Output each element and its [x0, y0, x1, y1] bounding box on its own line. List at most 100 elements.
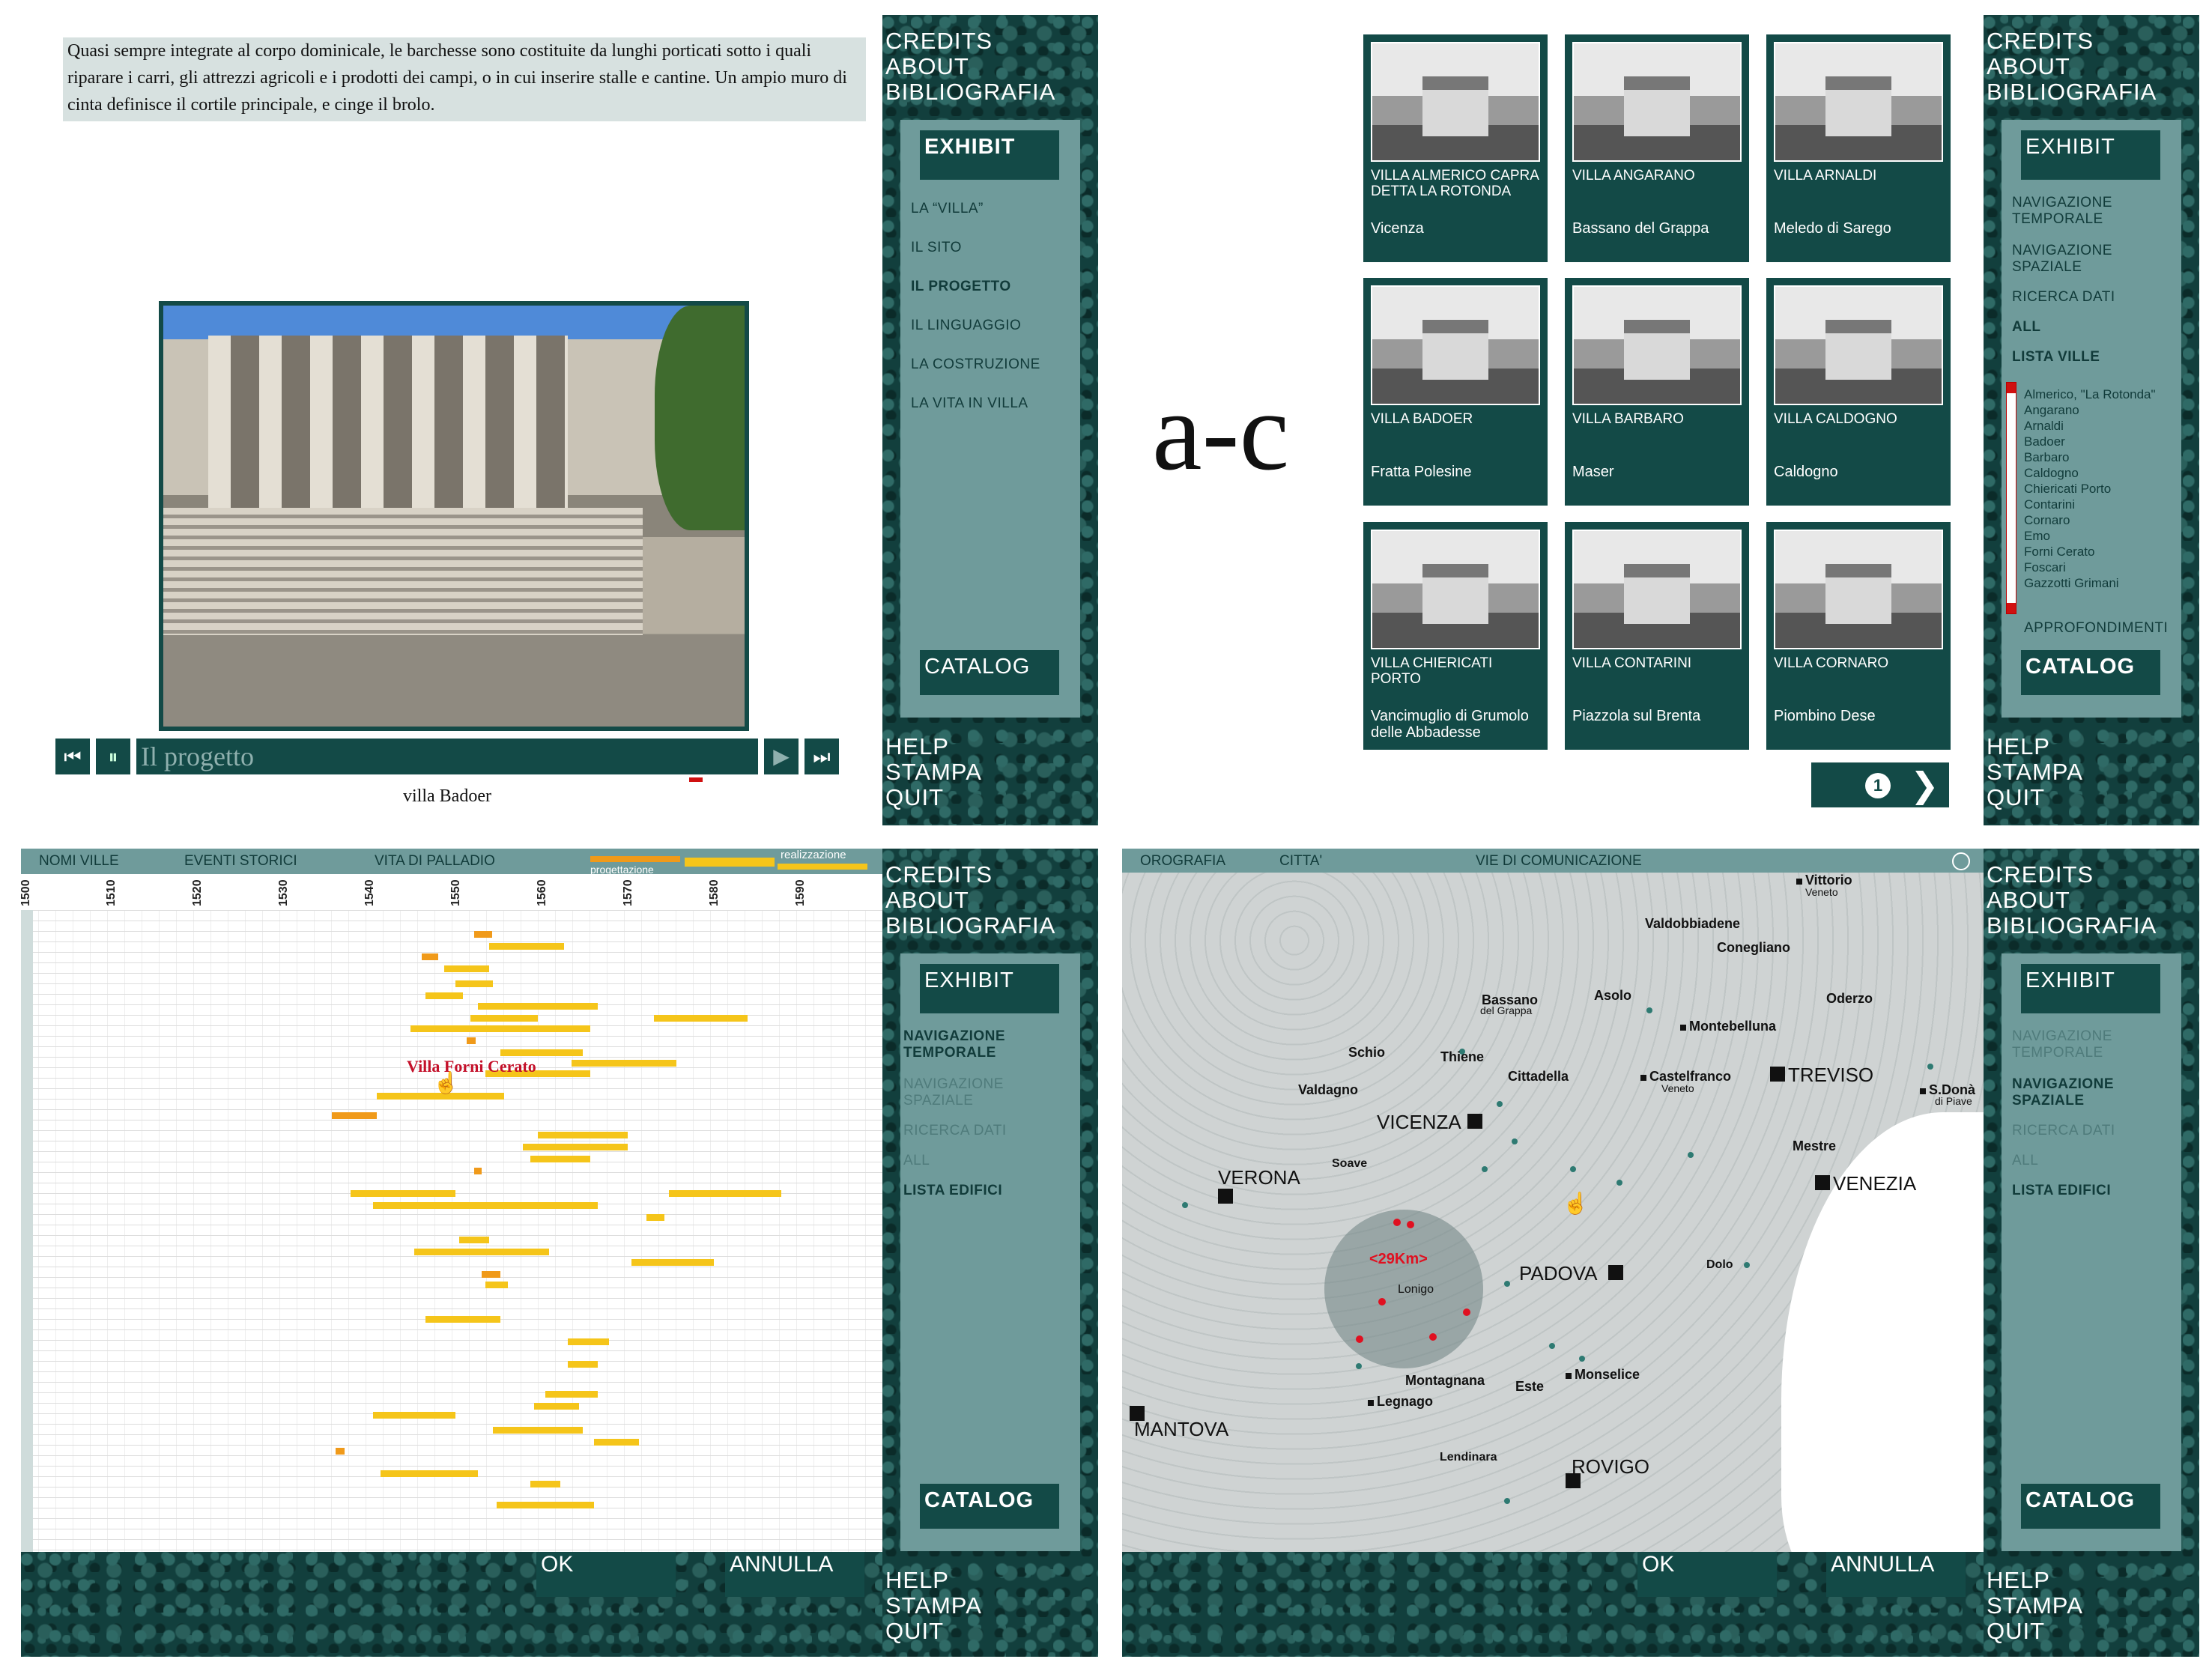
about-link[interactable]: ABOUT: [1987, 54, 2157, 79]
credits-link[interactable]: CREDITS: [885, 862, 1055, 888]
tab-eventi-storici[interactable]: EVENTI STORICI: [184, 853, 297, 870]
city-valdobbiadene[interactable]: Valdobbiadene: [1645, 916, 1740, 932]
city-thiene[interactable]: Thiene: [1440, 1049, 1484, 1065]
nav-ricerca[interactable]: RICERCA DATI: [903, 1123, 1007, 1139]
bibliografia-link[interactable]: BIBLIOGRAFIA: [885, 913, 1055, 938]
nav-all[interactable]: ALL: [2012, 1153, 2038, 1169]
villa-label[interactable]: Villa Forni Cerato: [407, 1057, 536, 1076]
help-link[interactable]: HELP: [1987, 734, 2083, 759]
nav-vita[interactable]: LA VITA IN VILLA: [911, 395, 1028, 412]
nav-spaziale[interactable]: NAVIGAZIONE SPAZIALE: [903, 1076, 1031, 1109]
villa-card[interactable]: VILLA BADOER Fratta Polesine: [1363, 278, 1548, 506]
nav-lista-edifici[interactable]: LISTA EDIFICI: [2012, 1183, 2111, 1199]
nav-spaziale[interactable]: NAVIGAZIONE SPAZIALE: [2012, 243, 2139, 276]
city-cittadella[interactable]: Cittadella: [1508, 1069, 1569, 1085]
list-item[interactable]: Caldogno: [2024, 465, 2156, 481]
city-dolo[interactable]: Dolo: [1706, 1258, 1733, 1272]
quit-link[interactable]: QUIT: [885, 785, 982, 810]
city-schio[interactable]: Schio: [1348, 1045, 1385, 1061]
ok-button[interactable]: OK: [536, 1552, 676, 1597]
credits-link[interactable]: CREDITS: [1987, 862, 2157, 888]
bibliografia-link[interactable]: BIBLIOGRAFIA: [885, 79, 1055, 105]
nav-ricerca[interactable]: RICERCA DATI: [2012, 289, 2115, 306]
city-montebelluna[interactable]: Montebelluna: [1680, 1019, 1776, 1034]
bibliografia-link[interactable]: BIBLIOGRAFIA: [1987, 913, 2157, 938]
list-item[interactable]: Badoer: [2024, 434, 2156, 449]
list-item[interactable]: Almerico, "La Rotonda": [2024, 386, 2156, 402]
exhibit-button[interactable]: EXHIBIT: [2021, 130, 2160, 180]
list-item[interactable]: Cornaro: [2024, 512, 2156, 528]
villa-card[interactable]: VILLA CONTARINI Piazzola sul Brenta: [1565, 522, 1749, 750]
villa-card[interactable]: VILLA ALMERICO CAPRA DETTA LA ROTONDA Vic…: [1363, 34, 1548, 262]
exhibit-button[interactable]: EXHIBIT: [2021, 964, 2160, 1013]
catalog-button[interactable]: CATALOG: [2021, 650, 2160, 695]
next-page-icon[interactable]: ❯: [1910, 764, 1939, 806]
about-link[interactable]: ABOUT: [885, 888, 1055, 913]
city-este[interactable]: Este: [1515, 1379, 1544, 1395]
play-button[interactable]: ▶: [764, 739, 799, 774]
credits-link[interactable]: CREDITS: [1987, 28, 2157, 54]
region-map[interactable]: <29Km> Vittorio Veneto Valdobbiadene Con…: [1122, 873, 1984, 1552]
city-treviso[interactable]: TREVISO: [1770, 1064, 1873, 1087]
city-mantova[interactable]: MANTOVA: [1134, 1418, 1228, 1441]
city-padova[interactable]: PADOVA: [1519, 1262, 1626, 1285]
bibliografia-link[interactable]: BIBLIOGRAFIA: [1987, 79, 2157, 105]
nav-lista-ville[interactable]: LISTA VILLE: [2012, 349, 2100, 366]
nav-ricerca[interactable]: RICERCA DATI: [2012, 1123, 2115, 1139]
stampa-link[interactable]: STAMPA: [885, 1593, 982, 1619]
list-item[interactable]: Chiericati Porto: [2024, 481, 2156, 497]
help-link[interactable]: HELP: [885, 1568, 982, 1593]
annulla-button[interactable]: ANNULLA: [725, 1552, 864, 1597]
nav-spaziale[interactable]: NAVIGAZIONE SPAZIALE: [2012, 1076, 2139, 1109]
city-rovigo[interactable]: ROVIGO: [1572, 1455, 1649, 1479]
list-item[interactable]: Barbaro: [2024, 449, 2156, 465]
list-item[interactable]: Emo: [2024, 528, 2156, 544]
nav-linguaggio[interactable]: IL LINGUAGGIO: [911, 318, 1021, 334]
scroll-up-icon[interactable]: [2007, 383, 2016, 393]
nav-all[interactable]: ALL: [2012, 319, 2040, 336]
city-conegliano[interactable]: Conegliano: [1717, 940, 1790, 956]
city-verona[interactable]: VERONA: [1218, 1166, 1300, 1189]
city-lonigo[interactable]: Lonigo: [1398, 1283, 1434, 1297]
annulla-button[interactable]: ANNULLA: [1826, 1552, 1966, 1597]
stampa-link[interactable]: STAMPA: [885, 759, 982, 785]
tab-orografia[interactable]: OROGRAFIA: [1140, 853, 1225, 870]
city-monselice[interactable]: Monselice: [1566, 1367, 1640, 1383]
city-legnago[interactable]: Legnago: [1368, 1394, 1433, 1410]
about-link[interactable]: ABOUT: [885, 54, 1055, 79]
catalog-button[interactable]: CATALOG: [2021, 1484, 2160, 1529]
nav-all[interactable]: ALL: [903, 1153, 930, 1169]
city-asolo[interactable]: Asolo: [1594, 988, 1631, 1004]
city-venezia[interactable]: VENEZIA: [1815, 1172, 1916, 1195]
nav-temporale[interactable]: NAVIGAZIONE TEMPORALE: [903, 1028, 1031, 1061]
exhibit-button[interactable]: EXHIBIT: [920, 130, 1059, 180]
villa-card[interactable]: VILLA CALDOGNO Caldogno: [1766, 278, 1951, 506]
catalog-button[interactable]: CATALOG: [920, 650, 1059, 695]
list-item[interactable]: Angarano: [2024, 402, 2156, 418]
pause-button[interactable]: ⏸: [96, 739, 130, 774]
timeline-grid[interactable]: Villa Forni Cerato ☝: [21, 910, 882, 1552]
city-vicenza[interactable]: VICENZA: [1377, 1111, 1485, 1134]
villa-card[interactable]: VILLA BARBARO Maser: [1565, 278, 1749, 506]
circle-icon[interactable]: [1952, 852, 1970, 870]
city-valdagno[interactable]: Valdagno: [1298, 1082, 1358, 1098]
quit-link[interactable]: QUIT: [885, 1619, 982, 1644]
exhibit-button[interactable]: EXHIBIT: [920, 964, 1059, 1013]
nav-temporale[interactable]: NAVIGAZIONE TEMPORALE: [2012, 195, 2139, 228]
villa-card[interactable]: VILLA ARNALDI Meledo di Sarego: [1766, 34, 1951, 262]
stampa-link[interactable]: STAMPA: [1987, 759, 2083, 785]
skip-start-button[interactable]: ⏮: [55, 739, 90, 774]
credits-link[interactable]: CREDITS: [885, 28, 1055, 54]
list-item[interactable]: Contarini: [2024, 497, 2156, 512]
approfondimenti-link[interactable]: APPROFONDIMENTI: [2024, 620, 2168, 637]
villa-card[interactable]: VILLA CORNARO Piombino Dese: [1766, 522, 1951, 750]
tab-nomi-ville[interactable]: NOMI VILLE: [39, 853, 119, 870]
city-soave[interactable]: Soave: [1332, 1157, 1367, 1171]
ok-button[interactable]: OK: [1637, 1552, 1777, 1597]
list-scrollbar[interactable]: [2006, 382, 2016, 614]
villa-card[interactable]: VILLA ANGARANO Bassano del Grappa: [1565, 34, 1749, 262]
tab-citta[interactable]: CITTA': [1279, 853, 1322, 870]
nav-progetto[interactable]: IL PROGETTO: [911, 279, 1011, 295]
nav-sito[interactable]: IL SITO: [911, 240, 962, 256]
stampa-link[interactable]: STAMPA: [1987, 1593, 2083, 1619]
